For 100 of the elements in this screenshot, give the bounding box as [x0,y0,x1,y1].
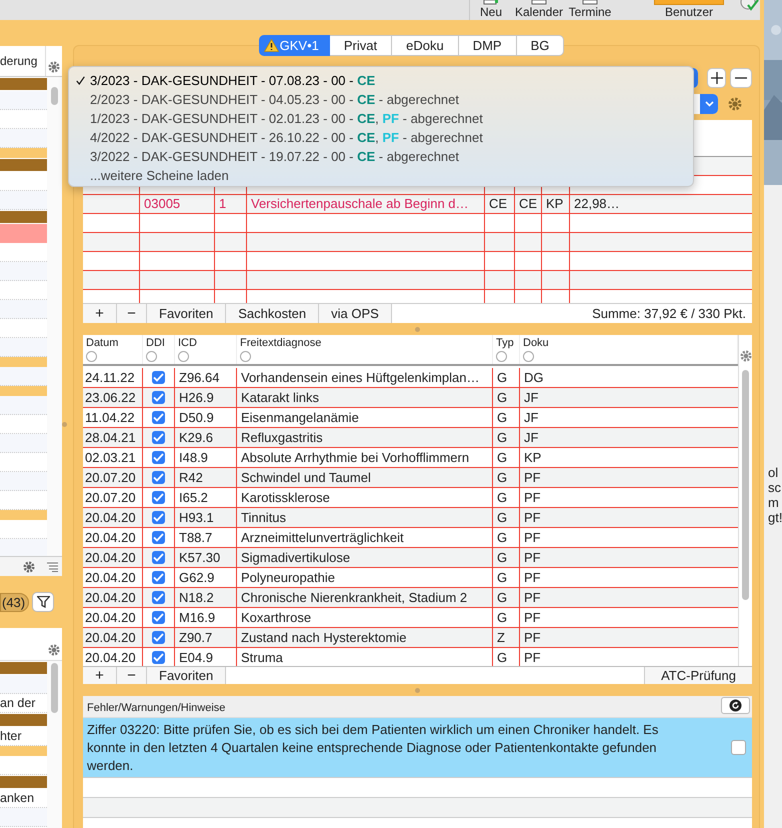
table-cell: 23.06.22 [83,388,143,407]
table-cell: CE [485,195,515,213]
column-header[interactable]: ICD [178,337,197,350]
table-cell: G [493,488,520,507]
toolbar-button[interactable]: Benutzer [652,0,726,20]
table-cell-text: JF [523,429,540,447]
table-cell: Schwindel und Taumel [237,468,493,487]
table-cell: Katarakt links [237,388,493,407]
table-cell: 11.04.22 [83,408,143,427]
table-cell: 20.04.20 [83,588,143,607]
table-cell: 20.04.20 [83,568,143,587]
table-cell: H26.9 [175,388,237,407]
table-cell-text: DG [523,369,544,387]
menu-item[interactable]: 4/2022 - DAK-GESUNDHEIT - 26.10.22 - 00 - CE, PF - abgerechnet [69,128,693,147]
table-cell-text: PF [523,509,542,527]
table-cell: 20.07.20 [83,468,143,487]
sum-label: Summe: 37,92 € / 330 Pkt. [591,305,747,323]
table-cell: 20.04.20 [83,508,143,527]
warning-message: Ziffer 03220: Bitte prüfen Sie, ob es sich bei dem Patienten wirklich um einen Chroniker handelt. Es konnte in den letzten 4 Quartalen keine entsprechende Diagnose oder Patientenkontakte gefunden werden. [87,720,660,774]
table-cell: 20.04.20 [83,548,143,567]
table-cell: G [493,508,520,527]
footer-button[interactable]: Sachkosten [226,304,320,323]
table-cell: 1 [215,195,247,213]
table-cell: I65.2 [175,488,237,507]
toolbar-button[interactable]: Termine [566,0,614,20]
table-cell: G [493,448,520,467]
table-cell: 24.11.22 [83,368,143,387]
tab[interactable]: DMP [458,35,517,56]
tab[interactable]: GKV•1 [258,35,330,56]
table-cell: Sigmadivertikulose [237,548,493,567]
table-cell: Z90.7 [175,628,237,647]
footer-button[interactable]: ATC-Prüfung [644,667,752,684]
menu-item[interactable]: 3/2023 - DAK-GESUNDHEIT - 07.08.23 - 00 - CE [69,71,693,90]
table-cell: T88.7 [175,528,237,547]
table-cell: M16.9 [175,608,237,627]
table-cell: G [493,548,520,567]
table-cell: 20.04.20 [83,528,143,547]
table-cell: 20.07.20 [83,488,143,507]
toolbar-button[interactable]: Neu [470,0,512,20]
window-text: sc [768,480,782,495]
table-cell: Absolute Arrhythmie bei Vorhofflimmern [237,448,493,467]
table-cell: G [493,588,520,607]
count-badge: (43) [0,592,30,612]
table-cell: Arzneimittelunverträglichkeit [237,528,493,547]
column-header[interactable]: Doku [523,337,549,350]
table-cell: R42 [175,468,237,487]
footer-button[interactable]: Favoriten [147,304,226,323]
tab[interactable]: Privat [330,35,392,56]
table-cell: Versichertenpauschale ab Beginn d… [247,195,485,213]
table-cell: Refluxgastritis [237,428,493,447]
table-cell: G [493,368,520,387]
menu-item[interactable]: 2/2023 - DAK-GESUNDHEIT - 04.05.23 - 00 - CE - abgerechnet [69,90,693,109]
table-cell: 20.04.20 [83,628,143,647]
table-cell: 20.04.20 [83,608,143,627]
window-text: m [768,495,780,510]
table-cell-text: PF [523,529,542,547]
table-cell: 02.03.21 [83,448,143,467]
table-cell: Koxarthrose [237,608,493,627]
column-header[interactable]: Datum [86,337,118,350]
table-cell-text: PF [523,649,542,666]
table-cell: G [493,528,520,547]
table-cell-text: JF [523,389,540,407]
footer-button[interactable]: − [117,667,147,684]
footer-button[interactable]: + [83,304,117,323]
table-cell-text: PF [523,609,542,627]
column-header[interactable]: Typ [496,337,514,350]
table-cell-text: PF [523,589,542,607]
table-cell: K57.30 [175,548,237,567]
table-cell: CE [515,195,542,213]
table-cell: G [493,388,520,407]
table-cell: H93.1 [175,508,237,527]
footer-button[interactable]: − [117,304,147,323]
tab[interactable]: BG [516,35,564,56]
table-cell: 03005 [140,195,215,213]
table-cell-text: PF [523,629,542,647]
panel-title: Fehler/Warnungen/Hinweise [86,702,226,716]
tab[interactable]: eDoku [392,35,459,56]
table-cell: KP [542,195,570,213]
table-cell: G62.9 [175,568,237,587]
table-cell: G [493,408,520,427]
table-cell: Z96.64 [175,368,237,387]
table-cell: K29.6 [175,428,237,447]
column-header: derung [0,46,46,76]
table-cell-text: PF [523,549,542,567]
footer-button[interactable]: Favoriten [147,667,226,684]
column-header[interactable]: Freitextdiagnose [240,337,322,350]
table-cell: N18.2 [175,588,237,607]
table-cell: Tinnitus [237,508,493,527]
footer-button[interactable]: via OPS [319,304,392,323]
table-cell: Eisenmangelanämie [237,408,493,427]
table-cell: Z [493,628,520,647]
toolbar-button[interactable]: Kalender [512,0,566,20]
table-cell-text: PF [523,469,542,487]
table-cell-text: JF [523,409,540,427]
column-header[interactable]: DDI [146,337,165,350]
menu-item[interactable]: 1/2023 - DAK-GESUNDHEIT - 02.01.23 - 00 - CE, PF - abgerechnet [69,109,693,128]
menu-item[interactable]: 3/2022 - DAK-GESUNDHEIT - 19.07.22 - 00 - CE - abgerechnet [69,147,693,166]
table-cell: G [493,608,520,627]
menu-item[interactable]: ...weitere Scheine laden [69,166,693,185]
footer-button[interactable]: + [83,667,117,684]
